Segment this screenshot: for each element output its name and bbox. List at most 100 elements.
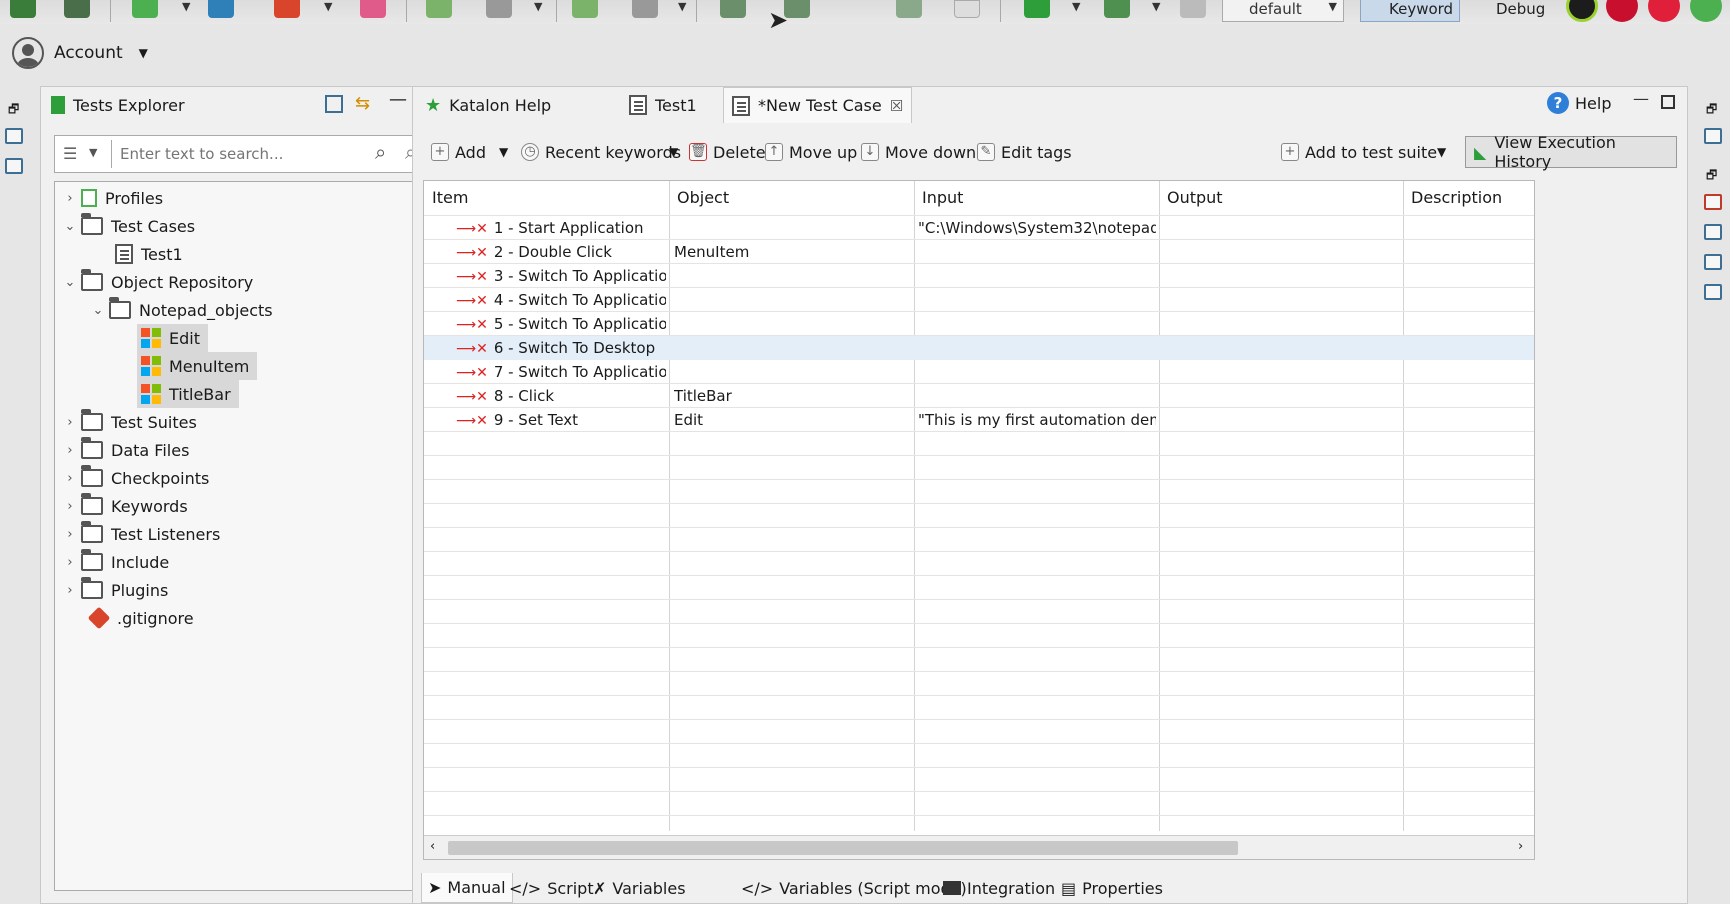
maximize-icon[interactable] (1661, 95, 1675, 109)
git-icon[interactable] (274, 0, 300, 18)
tree-item-test-suites[interactable]: › Test Suites (59, 408, 197, 436)
chevron-down-icon[interactable]: ▼ (89, 146, 97, 159)
table-row-selected[interactable]: ⟶✕ 6 - Switch To Desktop (424, 336, 1534, 360)
table-row[interactable]: ⟶✕ 5 - Switch To Application (424, 312, 1534, 336)
move-up-button[interactable]: ↑ Move up (765, 137, 857, 167)
console-icon[interactable] (1704, 224, 1722, 240)
tree-item-edit[interactable]: Edit (137, 324, 208, 352)
collapse-all-icon[interactable] (325, 95, 343, 113)
web-record-icon[interactable] (572, 0, 598, 18)
new-icon[interactable] (10, 0, 36, 18)
chevron-right-icon[interactable]: › (59, 583, 81, 598)
debug-icon[interactable] (1104, 0, 1130, 18)
cell-input[interactable] (918, 312, 1156, 336)
import-icon[interactable] (954, 0, 980, 18)
cell-object[interactable]: Edit (674, 408, 912, 432)
tab-new-test-case[interactable]: *New Test Case ☒ (723, 87, 913, 123)
tree-item-test1[interactable]: Test1 (115, 240, 183, 268)
add-to-test-suite-button[interactable]: + Add to test suite (1281, 137, 1437, 167)
cell-input[interactable] (918, 240, 1156, 264)
cell-input[interactable] (918, 360, 1156, 384)
add-dropdown[interactable]: ▼ (499, 137, 508, 167)
table-row[interactable]: ⟶✕ 3 - Switch To Application (424, 264, 1534, 288)
tree-item-data-files[interactable]: › Data Files (59, 436, 189, 464)
table-row[interactable]: ⟶✕ 1 - Start Application "C:\Windows\Syst… (424, 216, 1534, 240)
katalon-icon[interactable] (1690, 0, 1722, 22)
panel-icon[interactable] (1704, 128, 1722, 144)
tree-item-test-cases[interactable]: ⌄ Test Cases (59, 212, 195, 240)
cell-object[interactable]: MenuItem (674, 240, 912, 264)
panel-icon[interactable] (5, 128, 23, 144)
tab-script[interactable]: </> Script (509, 873, 594, 903)
chevron-right-icon[interactable]: › (59, 499, 81, 514)
horizontal-scrollbar[interactable]: ‹ › (424, 835, 1534, 859)
table-row[interactable]: ⟶✕ 7 - Switch To Application (424, 360, 1534, 384)
column-header-item[interactable]: Item (424, 181, 468, 215)
tree-item-titlebar[interactable]: TitleBar (137, 380, 239, 408)
cell-input[interactable] (918, 384, 1156, 408)
save-icon[interactable] (64, 0, 90, 18)
chevron-down-icon[interactable]: ▼ (182, 0, 190, 13)
cell-input[interactable] (918, 336, 1156, 360)
table-row[interactable]: ⟶✕ 2 - Double Click MenuItem (424, 240, 1534, 264)
debug-mode-button[interactable]: Debug (1468, 0, 1551, 22)
close-icon[interactable]: ☒ (890, 97, 903, 115)
tab-variables[interactable]: ✗ Variables (593, 873, 686, 903)
tab-integration[interactable]: Integration (943, 873, 1055, 903)
chevron-right-icon[interactable]: › (1518, 839, 1523, 854)
chevron-right-icon[interactable]: › (59, 415, 81, 430)
add-button[interactable]: + Add (431, 137, 486, 167)
tab-test1[interactable]: Test1 (621, 87, 705, 123)
cell-object[interactable] (674, 264, 912, 288)
tab-variables-script[interactable]: </> Variables (Script mode) (741, 873, 967, 903)
list-icon[interactable] (1704, 284, 1722, 300)
tree-item-profiles[interactable]: › Profiles (59, 184, 163, 212)
tree-item-test-listeners[interactable]: › Test Listeners (59, 520, 220, 548)
chevron-right-icon[interactable]: › (59, 527, 81, 542)
log-icon[interactable] (1704, 254, 1722, 270)
cell-object[interactable] (674, 360, 912, 384)
restore-icon[interactable]: 🗗 (1706, 166, 1717, 187)
run-icon[interactable] (1024, 0, 1050, 18)
stop-icon[interactable] (1180, 0, 1206, 18)
chevron-right-icon[interactable]: › (59, 443, 81, 458)
table-row[interactable]: ⟶✕ 8 - Click TitleBar (424, 384, 1534, 408)
search-input[interactable] (120, 140, 370, 168)
table-icon[interactable] (5, 158, 23, 174)
tree-item-menuitem[interactable]: MenuItem (137, 352, 258, 380)
table-row[interactable]: ⟶✕ 9 - Set Text Edit "This is my first au… (424, 408, 1534, 432)
scrollbar-thumb[interactable] (448, 841, 1238, 855)
cell-input[interactable]: "C:\Windows\System32\notepad.exe (918, 216, 1156, 240)
mobile-spy-icon[interactable] (486, 0, 512, 18)
recent-keywords-dropdown[interactable]: ▼ (669, 137, 678, 167)
store-icon[interactable] (1606, 0, 1638, 22)
tree-item-include[interactable]: › Include (59, 548, 169, 576)
chevron-down-icon[interactable]: ⌄ (87, 303, 109, 318)
chevron-down-icon[interactable]: ▼ (1072, 0, 1080, 13)
heart-icon[interactable] (1648, 0, 1680, 22)
edit-tags-button[interactable]: ✎ Edit tags (977, 137, 1072, 167)
cell-object[interactable] (674, 216, 912, 240)
filter-icon[interactable]: ☰ (63, 144, 77, 163)
cell-input[interactable]: "This is my first automation demo or (918, 408, 1156, 432)
minimize-icon[interactable]: — (389, 89, 407, 110)
chevron-right-icon[interactable]: › (59, 191, 81, 206)
chevron-left-icon[interactable]: ‹ (430, 839, 435, 854)
cell-input[interactable] (918, 288, 1156, 312)
add-icon[interactable] (132, 0, 158, 18)
cell-object[interactable] (674, 336, 912, 360)
column-header-input[interactable]: Input (914, 181, 963, 215)
minimize-icon[interactable]: — (1633, 89, 1649, 108)
restore-icon[interactable]: 🗗 (1706, 100, 1717, 121)
chevron-down-icon[interactable]: ▼ (534, 0, 542, 13)
tree-item-object-repository[interactable]: ⌄ Object Repository (59, 268, 253, 296)
table-row[interactable]: ⟶✕ 4 - Switch To Application (424, 288, 1534, 312)
cell-object[interactable] (674, 312, 912, 336)
move-down-button[interactable]: ↓ Move down (861, 137, 976, 167)
tab-katalon-help[interactable]: ★ Katalon Help (417, 87, 559, 123)
column-header-output[interactable]: Output (1159, 181, 1223, 215)
tree-item-notepad-objects[interactable]: ⌄ Notepad_objects (87, 296, 273, 324)
tests-explorer-tab[interactable]: Tests Explorer (43, 87, 193, 123)
tab-properties[interactable]: ▤ Properties (1061, 873, 1163, 903)
link-editor-icon[interactable]: ⇆ (355, 93, 370, 114)
